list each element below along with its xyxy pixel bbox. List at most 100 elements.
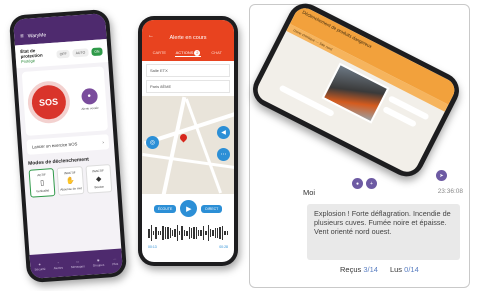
toggle-auto[interactable]: AUTO [72, 47, 89, 57]
toggle-off[interactable]: OFF [56, 49, 70, 59]
live-button[interactable]: DIRECT [201, 204, 223, 213]
tab-label: ACTIONS [175, 50, 194, 55]
tab-label: Groupes [92, 262, 105, 268]
alert-map[interactable]: ◎ ◀ ⋯ [142, 96, 234, 194]
waveform-bar [224, 230, 226, 236]
waveform-bar [162, 225, 164, 241]
exercise-row[interactable]: Lancer un exercice SOS › [26, 134, 110, 155]
read-value: 0/14 [404, 265, 419, 274]
sos-card: SOS ● Alerte vocale [21, 66, 108, 136]
waveform-bar [181, 225, 183, 241]
exercise-label: Lancer un exercice SOS [31, 141, 78, 150]
waveform-bar [148, 228, 150, 238]
tab-label: Alertes [53, 265, 64, 270]
shield-icon: ◈ [38, 261, 41, 266]
mode-label: Verticalité [36, 188, 50, 194]
message-time: 23:36:08 [437, 188, 463, 195]
waveform-bar [221, 225, 224, 241]
read-label: Lus [389, 265, 403, 274]
waveform-bar [214, 228, 216, 238]
waveform-bar [164, 227, 167, 239]
toggle-on[interactable]: ON [90, 46, 103, 56]
waveform-bar [205, 230, 207, 236]
tab-label: Messages [70, 263, 85, 269]
map-road [161, 96, 187, 194]
mode-button[interactable]: INACTIF ◆ Bouton [85, 164, 113, 194]
time-start: 00:13 [148, 245, 157, 249]
map-road [184, 98, 223, 194]
waveform-bar [157, 231, 159, 235]
waveform-bar [209, 229, 212, 237]
alert-tabs: CARTE ACTIONS 2 CHAT [142, 48, 234, 61]
mode-badge: INACTIF [63, 170, 76, 176]
tab-more[interactable]: ⋯ Plus [112, 256, 118, 265]
tab-label: Sécurité [34, 266, 46, 272]
message-sender: Moi [303, 188, 316, 197]
modes-list: ACTIF ▯ Verticalité INACTIF ✋ Absence de… [24, 164, 118, 198]
back-arrow-icon[interactable]: ← [148, 33, 154, 39]
waveform-bar [155, 226, 157, 240]
protection-value: Protégé [20, 58, 36, 65]
mode-verticality[interactable]: ACTIF ▯ Verticalité [28, 168, 56, 198]
group-icon: ◉ [96, 257, 100, 262]
waveform-bar [217, 228, 219, 238]
listen-button[interactable]: ÉCOUTE [153, 204, 177, 213]
sos-button[interactable]: SOS [30, 84, 67, 121]
send-icon[interactable]: ➤ [436, 170, 447, 181]
voice-alert-label: Alerte vocale [81, 105, 99, 111]
tab-groups[interactable]: ◉ Groupes [92, 257, 105, 268]
megaphone-icon[interactable]: ◀ [217, 126, 230, 139]
alert-title: Alerte en cours [169, 35, 207, 41]
phone-tilt-icon: ▯ [40, 179, 45, 188]
message-header: Moi 23:36:08 [303, 188, 463, 197]
screenshot-stage: ≡ WaryMe État de protection Protégé OFF … [0, 0, 477, 291]
hand-icon: ✋ [65, 177, 76, 186]
received-value: 3/14 [363, 265, 378, 274]
waveform-bar [174, 229, 176, 237]
waveform-bar [207, 224, 209, 242]
more-icon[interactable]: ⋯ [217, 148, 230, 161]
shield-icon: ◆ [95, 175, 102, 184]
mode-no-movement[interactable]: INACTIF ✋ Absence de mvt [56, 166, 85, 196]
waveform-bar [200, 230, 202, 236]
waveform-bar [202, 226, 205, 240]
bottom-tabbar: ◈ Sécurité ◔ Alertes ▭ Messages ◉ Groupes ⋯ P… [29, 248, 123, 279]
audio-waveform[interactable] [142, 221, 234, 245]
play-icon[interactable]: ▶ [180, 200, 198, 217]
tab-chat[interactable]: CHAT [203, 50, 230, 57]
tab-alerts[interactable]: ◔ Alertes [53, 260, 64, 270]
waveform-bar [160, 230, 162, 236]
location-pin-icon[interactable] [178, 132, 189, 143]
waveform-bar [219, 226, 221, 240]
waveform-bar [171, 230, 174, 236]
tab-map[interactable]: CARTE [146, 50, 173, 57]
location-field[interactable]: Salle ETX [146, 64, 230, 77]
more-icon: ⋯ [113, 256, 117, 261]
chevron-right-icon: › [102, 139, 104, 145]
waveform-bar [150, 224, 152, 242]
app-name: WaryMe [27, 32, 47, 40]
waveform-bar [152, 231, 155, 235]
tab-messages[interactable]: ▭ Messages [71, 259, 85, 269]
alert-header: ← Alerte en cours [142, 20, 234, 48]
waveform-bar [195, 226, 197, 240]
waveform-bar [226, 231, 228, 235]
protection-label: État de protection [20, 48, 43, 60]
audio-times: 00:13 00:28 [142, 245, 234, 249]
voice-alert[interactable]: ● Alerte vocale [80, 87, 99, 111]
received-label: Reçus [340, 265, 362, 274]
waveform-bar [167, 227, 169, 239]
mode-label: Bouton [94, 184, 105, 190]
waveform-bar [176, 225, 178, 241]
protection-state: État de protection Protégé OFF AUTO ON [14, 39, 109, 69]
tab-actions[interactable]: ACTIONS 2 [174, 50, 202, 57]
waveform-bar [190, 227, 193, 239]
security-screen: ≡ WaryMe État de protection Protégé OFF … [13, 13, 123, 279]
waveform-bar [183, 230, 186, 236]
bell-icon: ◔ [56, 260, 59, 265]
address-field[interactable]: Paris 8ÈME [146, 80, 230, 93]
waveform-bar [212, 229, 214, 237]
menu-icon[interactable]: ≡ [20, 34, 24, 40]
locate-icon[interactable]: ◎ [146, 136, 159, 149]
tab-security[interactable]: ◈ Sécurité [34, 261, 46, 272]
